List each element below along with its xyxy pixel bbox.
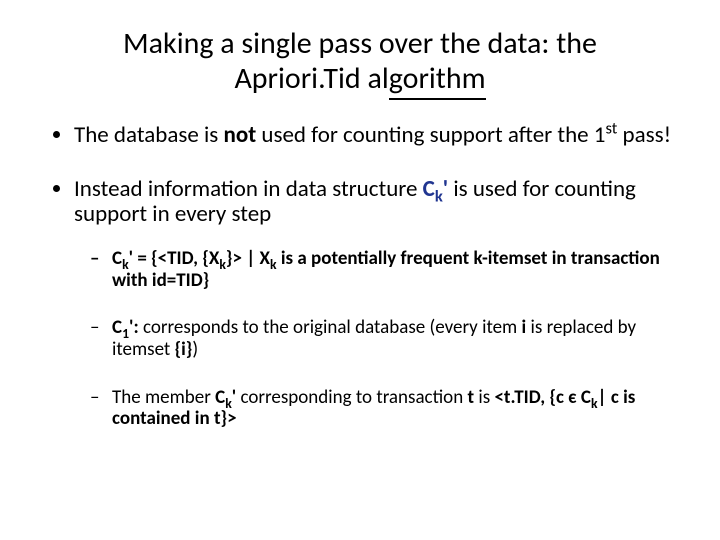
title-line1: Making a single pass over the data: the [123,25,597,62]
bullet-list: The database is not used for counting su… [46,123,674,430]
text: pass! [617,121,671,149]
emph-not: not [223,121,256,149]
ck-prime: Ck' [112,247,133,270]
title-line2-underlined: gorithm [389,60,486,100]
slide: Making a single pass over the data: the … [0,0,720,540]
text: }> | X [226,247,270,270]
sub-bullet-list: Ck' = {<TID, {Xk}> | Xk is a potentially… [74,248,674,430]
bullet-2: Instead information in data structure Ck… [74,177,674,430]
C: C [215,386,225,409]
ordinal-sup: st [605,118,617,138]
C: C [112,316,122,339]
text: The member [112,386,215,409]
text: Instead information in data structure [74,175,423,203]
text: corresponding to transaction [236,386,467,409]
title-line2-pre: Apriori.Tid al [234,60,388,97]
sub-bullet-2: C1': corresponds to the original databas… [112,317,674,360]
text: used for counting support after the 1 [256,121,605,149]
text: The database is [74,121,223,149]
text: <t.TID, {c є C [494,386,591,409]
C: C [112,247,122,270]
sub-bullet-1: Ck' = {<TID, {Xk}> | Xk is a potentially… [112,248,674,291]
ck-prime: Ck' [423,175,449,203]
C: C [423,175,435,203]
text: = {<TID, {X [133,247,219,270]
slide-title: Making a single pass over the data: the … [80,26,640,97]
itemset: {i} [175,338,193,361]
ck-prime: Ck' [215,386,236,409]
text: corresponds to the original database (ev… [143,316,522,339]
text: is [474,386,494,409]
sub-bullet-3: The member Ck' corresponding to transact… [112,387,674,430]
bullet-1: The database is not used for counting su… [74,123,674,149]
text: ) [192,338,198,361]
c1-prime: C1' [112,316,133,339]
colon: : [133,316,143,339]
bar: | [598,386,607,409]
sub-k: k [435,186,443,206]
